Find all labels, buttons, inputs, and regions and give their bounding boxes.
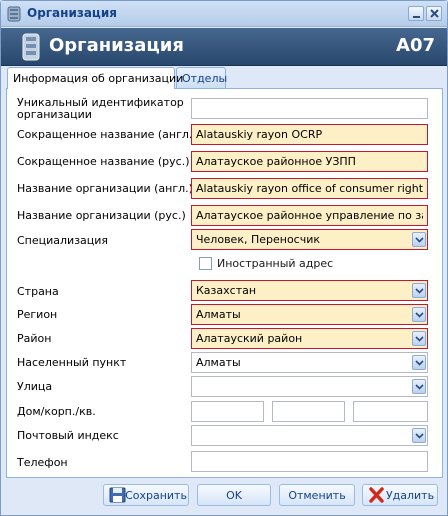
house-label: Дом/корп./кв.: [17, 405, 96, 418]
minimize-icon: [413, 16, 420, 18]
save-button[interactable]: Сохранить: [103, 484, 189, 506]
page-title: Организация: [49, 35, 184, 56]
postal-code-label: Почтовый индекс: [17, 429, 119, 442]
district-label: Район: [17, 332, 52, 345]
district-select[interactable]: Алатауский район: [191, 328, 428, 349]
dropdown-trigger[interactable]: [412, 379, 426, 394]
org-name-en-label: Название организации (англ.): [17, 182, 193, 195]
specialization-select[interactable]: Человек, Переносчик: [191, 229, 428, 250]
tab-organization-info[interactable]: Информация об организации: [7, 67, 183, 89]
cancel-button[interactable]: Отменить: [279, 484, 355, 506]
org-name-ru-label: Название организации (рус.): [17, 209, 186, 222]
dropdown-trigger[interactable]: [412, 232, 426, 247]
dropdown-trigger[interactable]: [412, 355, 426, 370]
close-button[interactable]: [426, 6, 442, 21]
chevron-down-icon: [415, 360, 424, 366]
dropdown-trigger[interactable]: [412, 283, 426, 298]
delete-button[interactable]: Удалить: [362, 484, 438, 506]
record-code: A07: [396, 35, 435, 56]
short-name-ru-field[interactable]: Алатауское районное УЗПП: [191, 151, 428, 172]
window-title: Организация: [27, 6, 117, 20]
organization-window: Организация Организация A07 Информация о…: [0, 0, 448, 516]
chevron-down-icon: [415, 237, 424, 243]
tab-departments[interactable]: Отделы: [176, 67, 227, 88]
building-field[interactable]: [272, 401, 345, 422]
org-name-en-field[interactable]: Alatauskiy rayon office of consumer righ…: [191, 178, 428, 199]
close-icon: [430, 9, 439, 18]
database-icon: [22, 33, 40, 61]
locality-select[interactable]: Алматы: [191, 352, 428, 373]
page-header: Организация A07: [1, 28, 447, 66]
country-label: Страна: [17, 285, 59, 298]
short-name-en-field[interactable]: Alatauskiy rayon OCRP: [191, 124, 428, 145]
region-label: Регион: [17, 308, 58, 321]
postal-code-select[interactable]: [191, 425, 428, 446]
house-number-field[interactable]: [191, 401, 264, 422]
tab-bar: Информация об организации Отделы: [6, 67, 443, 89]
short-name-ru-label: Сокращенное название (рус.): [17, 155, 190, 168]
region-select[interactable]: Алматы: [191, 304, 428, 325]
foreign-address-label: Иностранный адрес: [217, 257, 334, 270]
chevron-down-icon: [415, 336, 424, 342]
apartment-field[interactable]: [353, 401, 428, 422]
foreign-address-checkbox[interactable]: [199, 257, 212, 270]
dropdown-trigger[interactable]: [412, 428, 426, 443]
specialization-label: Специализация: [17, 234, 109, 247]
dropdown-trigger[interactable]: [412, 331, 426, 346]
chevron-down-icon: [415, 433, 424, 439]
org-name-ru-field[interactable]: Алатауское районное управление по защите: [191, 205, 428, 226]
database-icon: [7, 6, 21, 22]
chevron-down-icon: [415, 384, 424, 390]
minimize-button[interactable]: [408, 6, 424, 21]
phone-field[interactable]: [191, 451, 428, 472]
button-bar: Сохранить OK Отменить Удалить: [1, 479, 447, 515]
ok-button[interactable]: OK: [197, 484, 271, 506]
chevron-down-icon: [415, 312, 424, 318]
street-label: Улица: [17, 380, 53, 393]
uid-field[interactable]: [191, 98, 428, 119]
dropdown-trigger[interactable]: [412, 307, 426, 322]
country-select[interactable]: Казахстан: [191, 280, 428, 301]
phone-label: Телефон: [17, 456, 68, 469]
organization-form: Уникальный идентификатор организации Сок…: [6, 88, 443, 478]
uid-label: Уникальный идентификатор организации: [17, 96, 184, 121]
short-name-en-label: Сокращенное название (англ.): [17, 128, 197, 141]
chevron-down-icon: [415, 288, 424, 294]
window-titlebar[interactable]: Организация: [1, 1, 447, 27]
street-select[interactable]: [191, 376, 428, 397]
locality-label: Населенный пункт: [17, 356, 127, 369]
